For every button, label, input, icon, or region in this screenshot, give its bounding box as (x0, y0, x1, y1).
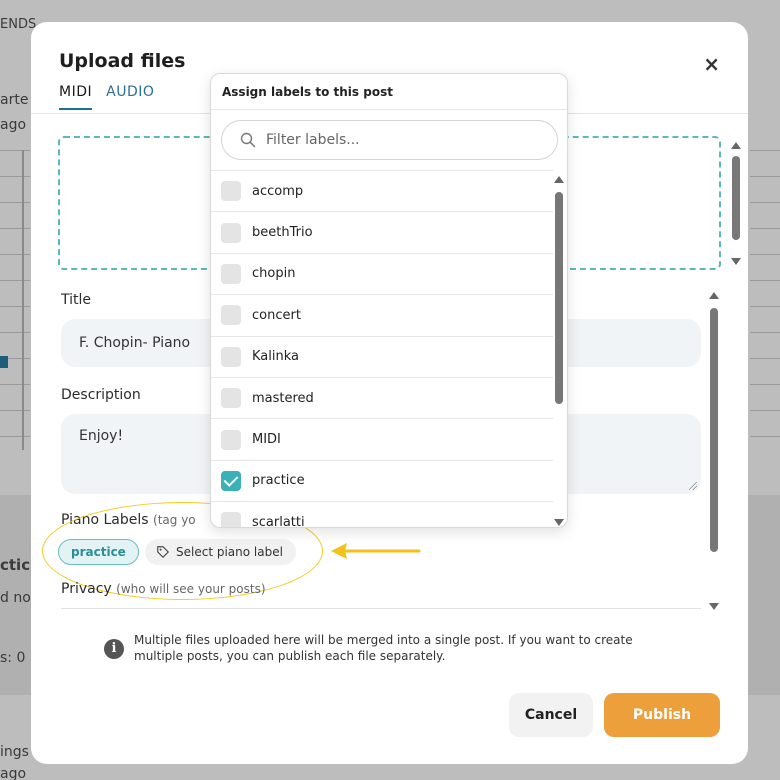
scroll-down-icon[interactable] (709, 603, 719, 610)
checkbox-icon[interactable] (221, 429, 241, 450)
label-option-text: beethTrio (252, 225, 313, 241)
resize-grip-icon[interactable] (689, 482, 697, 490)
privacy-title: Privacy (61, 581, 112, 597)
bg-staff-lines (0, 150, 30, 460)
privacy-hint: (who will see your posts) (116, 582, 266, 596)
filter-labels-input[interactable]: Filter labels... (221, 120, 558, 160)
dropzone-scrollbar[interactable] (731, 140, 741, 265)
bg-divider (22, 150, 24, 450)
cancel-button[interactable]: Cancel (509, 693, 593, 737)
label-list: accomp beethTrio chopin concert Kalinka maste… (211, 170, 553, 528)
label-option[interactable]: MIDI (211, 419, 553, 461)
label-option-text: practice (252, 473, 305, 489)
checkbox-icon[interactable] (221, 263, 241, 284)
label-option[interactable]: mastered (211, 378, 553, 420)
merge-info: i Multiple files uploaded here will be m… (104, 632, 664, 664)
filter-labels-placeholder: Filter labels... (266, 132, 360, 148)
annotation-arrow-icon (331, 543, 421, 559)
label-dropdown: Assign labels to this post Filter labels… (210, 73, 568, 528)
label-option[interactable]: Kalinka (211, 337, 553, 378)
bg-note-mark (0, 356, 8, 368)
publish-button[interactable]: Publish (604, 693, 720, 737)
checkbox-icon[interactable] (221, 512, 241, 527)
label-option[interactable]: scarlatti (211, 502, 553, 528)
scroll-down-icon[interactable] (554, 519, 564, 526)
dropdown-header: Assign labels to this post (211, 74, 567, 110)
label-option-text: chopin (252, 266, 296, 282)
close-icon[interactable]: × (703, 52, 720, 76)
label-list-scrollbar[interactable] (553, 174, 565, 526)
description-text: Enjoy! (79, 428, 124, 444)
scrollbar-thumb[interactable] (710, 308, 718, 552)
bg-staff-lines (750, 150, 780, 460)
merge-info-text: Multiple files uploaded here will be mer… (134, 633, 633, 663)
scroll-up-icon[interactable] (709, 292, 719, 299)
info-icon: i (104, 639, 124, 659)
tab-bar: MIDI AUDIO (59, 84, 154, 110)
scrollbar-thumb[interactable] (555, 192, 563, 404)
privacy-label: Privacy (who will see your posts) (61, 581, 266, 597)
modal-title: Upload files (59, 50, 186, 72)
bg-text: ago (0, 766, 27, 780)
bg-text: ings (0, 744, 29, 760)
checkbox-icon[interactable] (221, 222, 241, 243)
tab-audio[interactable]: AUDIO (106, 84, 154, 110)
label-option-text: scarlatti (252, 514, 305, 528)
bg-text: ENDS (0, 17, 37, 32)
description-label: Description (61, 387, 141, 403)
title-label: Title (61, 292, 92, 308)
bg-text: s: 0 (0, 650, 26, 666)
label-option-text: mastered (252, 390, 314, 406)
label-option-text: Kalinka (252, 349, 299, 365)
privacy-divider (61, 608, 701, 609)
label-option[interactable]: chopin (211, 254, 553, 296)
bg-text: ago (0, 117, 27, 133)
bg-text: ctic (0, 556, 31, 574)
checkbox-checked-icon[interactable] (221, 470, 241, 491)
label-option[interactable]: concert (211, 295, 553, 337)
checkbox-icon[interactable] (221, 346, 241, 367)
bg-text: d no (0, 590, 31, 606)
scroll-up-icon[interactable] (731, 142, 741, 149)
checkbox-icon[interactable] (221, 305, 241, 326)
label-option-text: MIDI (252, 432, 281, 448)
scrollbar-thumb[interactable] (732, 156, 740, 240)
scroll-down-icon[interactable] (731, 258, 741, 265)
scroll-up-icon[interactable] (554, 176, 564, 183)
label-option-text: accomp (252, 183, 304, 199)
form-scrollbar[interactable] (708, 290, 720, 610)
label-option-text: concert (252, 307, 301, 323)
search-icon (240, 132, 256, 148)
label-option[interactable]: practice (211, 461, 553, 503)
tab-midi[interactable]: MIDI (59, 84, 93, 110)
checkbox-icon[interactable] (221, 388, 241, 409)
label-option[interactable]: accomp (211, 171, 553, 213)
label-option[interactable]: beethTrio (211, 212, 553, 254)
checkbox-icon[interactable] (221, 181, 241, 202)
bg-text: arte (0, 92, 29, 108)
